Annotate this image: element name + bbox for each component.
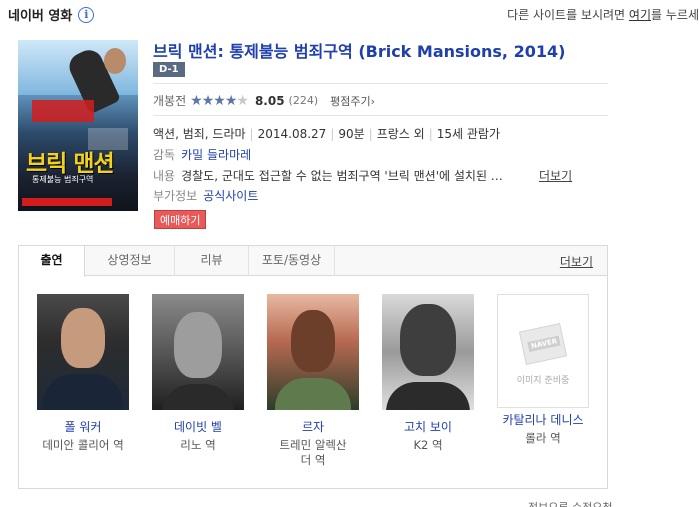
divider — [153, 115, 608, 116]
divider — [153, 83, 608, 84]
cast-body — [386, 382, 470, 410]
cast-face — [61, 308, 105, 368]
cast-card[interactable]: 폴 워커 데미안 콜리어 역 — [37, 294, 129, 453]
rating-row: 개봉전 ★ ★ ★ ★ ★ 8.05 (224) 평점주기› — [153, 92, 375, 109]
cast-role: K2 역 — [413, 438, 443, 452]
cast-face — [291, 310, 335, 372]
movie-poster[interactable]: 브릭 맨션 통제불능 범죄구역 — [18, 40, 138, 211]
director-row: 감독 카밀 들라마레 — [153, 146, 251, 163]
meta-country: 프랑스 외 — [376, 127, 425, 141]
star-icon: ★ — [224, 92, 238, 109]
rating-count: (224) — [288, 94, 319, 107]
site-title: 네이버 영화 — [8, 9, 73, 24]
notice-suffix: 를 누르세 — [651, 8, 699, 22]
cast-body — [275, 378, 351, 410]
rate-button-label: 평점주기 — [330, 94, 371, 108]
meta-release-date: 2014.08.27 — [257, 127, 327, 141]
cast-role: 데미안 콜리어 역 — [42, 438, 124, 452]
star-icon: ★ — [201, 92, 215, 109]
star-empty-icon: ★ — [236, 92, 249, 109]
report-error-link[interactable]: 정보오류 수정요청 — [528, 499, 612, 507]
summary-more-link[interactable]: 더보기 — [539, 167, 572, 184]
cast-body — [162, 384, 234, 410]
extra-info-label: 부가정보 — [153, 189, 198, 203]
cast-name[interactable]: 카탈리나 데니스 — [497, 411, 589, 428]
director-label: 감독 — [153, 148, 176, 162]
notice-link[interactable]: 여기 — [629, 8, 651, 22]
placeholder-card: NAVER — [518, 323, 568, 365]
movie-meta: 액션, 범죄, 드라마 | 2014.08.27 | 90분 | 프랑스 외 | 15세 관람가 — [153, 125, 500, 142]
tab-reviews[interactable]: 리뷰 — [175, 246, 249, 276]
poster-subtitle: 통제불능 범죄구역 — [32, 175, 94, 184]
rating-stars: ★ ★ ★ ★ ★ — [190, 92, 249, 109]
rating-score: 8.05 — [254, 93, 285, 108]
meta-genre: 액션, 범죄, 드라마 — [153, 127, 246, 141]
tabs-more-link[interactable]: 더보기 — [560, 253, 593, 270]
cast-name[interactable]: 폴 워커 — [37, 418, 129, 435]
detail-panel: 출연 상영정보 리뷰 포토/동영상 더보기 폴 워커 데미안 콜리어 역 데이빗… — [18, 245, 608, 489]
dday-badge: D-1 — [153, 62, 185, 77]
meta-separator: | — [330, 127, 335, 141]
poster-title: 브릭 맨션 — [26, 151, 115, 177]
summary-row: 내용 경찰도, 군대도 접근할 수 없는 범죄구역 '브릭 맨션'에 설치된 … — [153, 167, 503, 184]
notice-prefix: 다른 사이트를 보시려면 — [507, 8, 629, 22]
cast-face — [400, 304, 456, 376]
cast-role: 롤라 역 — [525, 431, 561, 445]
poster-date-strip — [22, 198, 112, 206]
cast-card[interactable]: 고치 보이 K2 역 — [382, 294, 474, 453]
placeholder-text: 이미지 준비중 — [516, 376, 570, 386]
page-header: 네이버 영화 i — [8, 5, 95, 24]
cast-name[interactable]: 르자 — [267, 418, 359, 435]
summary-text: 경찰도, 군대도 접근할 수 없는 범죄구역 '브릭 맨션'에 설치된 … — [181, 169, 503, 183]
meta-runtime: 90분 — [338, 127, 365, 141]
tab-photo-video[interactable]: 포토/동영상 — [249, 246, 335, 276]
summary-label: 내용 — [153, 169, 176, 183]
extra-info-row: 부가정보 공식사이트 — [153, 187, 258, 204]
cast-face — [174, 312, 222, 378]
cast-photo[interactable] — [382, 294, 474, 410]
cast-card[interactable]: 르자 트레민 알렉산더 역 — [267, 294, 359, 468]
tab-bar: 출연 상영정보 리뷰 포토/동영상 더보기 — [19, 246, 607, 277]
meta-separator: | — [428, 127, 433, 141]
cast-photo[interactable] — [152, 294, 244, 410]
movie-title[interactable]: 브릭 맨션: 통제불능 범죄구역 (Brick Mansions, 2014) — [153, 38, 565, 62]
cast-role: 리노 역 — [180, 438, 216, 452]
cast-role: 트레민 알렉산더 역 — [279, 438, 347, 467]
rating-label: 개봉전 — [153, 94, 187, 108]
star-icon: ★ — [190, 92, 203, 109]
meta-separator: | — [368, 127, 373, 141]
image-placeholder-icon[interactable]: NAVER 이미지 준비중 — [497, 294, 589, 408]
cast-photo[interactable] — [267, 294, 359, 410]
rate-button[interactable]: 평점주기› — [330, 93, 375, 109]
star-icon: ★ — [213, 92, 226, 109]
book-ticket-button[interactable]: 예매하기 — [154, 210, 207, 229]
official-site-link[interactable]: 공식사이트 — [203, 189, 258, 203]
poster-face — [104, 48, 126, 74]
chevron-right-icon: › — [370, 94, 376, 108]
cast-name[interactable]: 고치 보이 — [382, 418, 474, 435]
cast-card[interactable]: 데이빗 벨 리노 역 — [152, 294, 244, 453]
cast-card[interactable]: NAVER 이미지 준비중 카탈리나 데니스 롤라 역 — [497, 294, 589, 446]
tab-cast[interactable]: 출연 — [19, 246, 85, 277]
meta-age-rating: 15세 관람가 — [436, 127, 500, 141]
director-link[interactable]: 카밀 들라마레 — [181, 148, 251, 162]
info-icon[interactable]: i — [78, 6, 95, 23]
cast-photo[interactable] — [37, 294, 129, 410]
poster-tagline-box — [32, 100, 94, 122]
meta-separator: | — [249, 127, 254, 141]
tab-screening-info[interactable]: 상영정보 — [85, 246, 175, 276]
cast-name[interactable]: 데이빗 벨 — [152, 418, 244, 435]
site-notice: 다른 사이트를 보시려면 여기를 누르세 — [507, 6, 699, 23]
cast-body — [43, 374, 123, 410]
naver-logo: NAVER — [527, 335, 562, 353]
